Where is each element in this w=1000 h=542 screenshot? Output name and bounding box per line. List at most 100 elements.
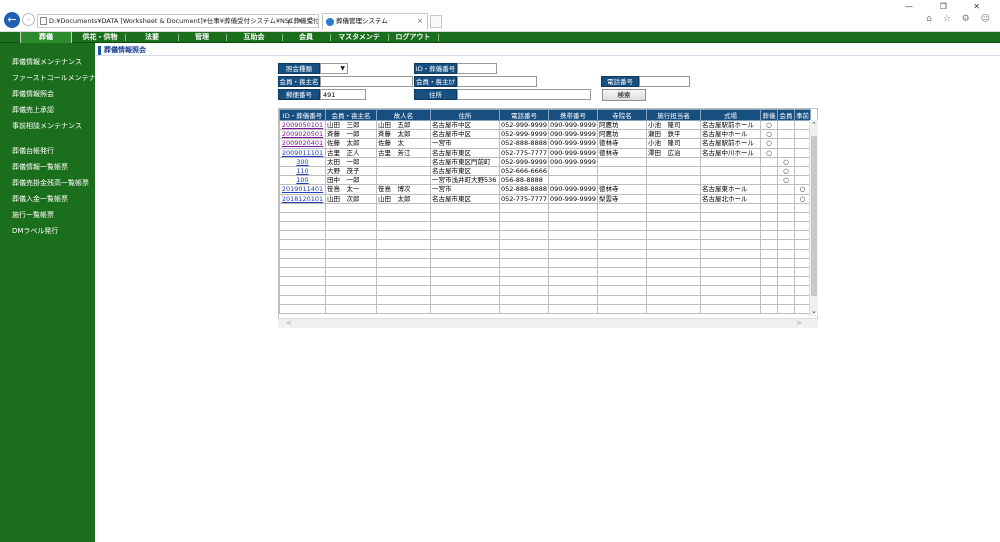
sidebar-item-ledger[interactable]: 葬儀台帳発行: [12, 146, 54, 156]
table-cell: [376, 156, 431, 167]
col-header-address[interactable]: 住所: [430, 109, 500, 121]
col-header-staff[interactable]: 施行担当者: [646, 109, 701, 121]
table-cell: 小池 隆司: [646, 119, 701, 131]
vertical-scroll-thumb[interactable]: [811, 136, 817, 296]
id-cell[interactable]: 300: [279, 156, 326, 167]
record-link[interactable]: 100: [296, 177, 308, 184]
scroll-left-icon[interactable]: <: [286, 319, 292, 328]
browser-tab[interactable]: 葬儀管理システム ×: [322, 13, 428, 29]
table-cell: [499, 285, 549, 296]
id-cell[interactable]: 2019011401: [279, 184, 326, 195]
vertical-scrollbar[interactable]: ⌃ ⌄: [809, 120, 818, 316]
col-header-member[interactable]: 会員・喪主名: [325, 109, 377, 121]
menu-item-master[interactable]: マスタメンテ: [332, 32, 386, 43]
menu-item-admin[interactable]: 管理: [180, 32, 224, 43]
id-cell[interactable]: 2009011101: [279, 147, 326, 158]
member-kana-input[interactable]: [457, 76, 537, 87]
menu-item-mutual-aid[interactable]: 互助会: [228, 32, 280, 43]
menu-item-logout[interactable]: ログアウト: [390, 32, 436, 43]
record-link[interactable]: 2009050101: [282, 122, 323, 129]
sidebar-item-funeral-maintenance[interactable]: 葬儀情報メンテナンス: [12, 57, 82, 67]
inquiry-kind-select[interactable]: ▼: [320, 63, 348, 74]
col-header-phone[interactable]: 電話番号: [499, 109, 549, 121]
table-cell: [325, 294, 377, 305]
window-controls-icon[interactable]: — ❐ ✕: [905, 2, 992, 11]
menu-separator: [178, 34, 179, 41]
id-cell[interactable]: 110: [279, 165, 326, 177]
record-link[interactable]: 300: [296, 158, 308, 165]
forward-button-icon[interactable]: ›: [22, 13, 35, 26]
table-row[interactable]: 2009011101 古里 正人 古里 芳江 名古屋市東区 052-775-7777 09…: [279, 147, 811, 158]
menu-item-member[interactable]: 会員: [284, 32, 328, 43]
menu-item-offerings[interactable]: 供花・供物: [76, 32, 124, 43]
table-row[interactable]: 2019011401 笹島 太一 笹島 博次 一宮市 052-888-8888 090-9…: [279, 184, 811, 195]
tab-close-icon[interactable]: ×: [417, 14, 423, 29]
table-row[interactable]: 2018120101 山田 次郎 山田 太郎 名古屋市東区 052-775-7777 09…: [279, 193, 811, 204]
member-name-input[interactable]: [320, 76, 413, 87]
col-header-funeral[interactable]: 葬儀: [760, 109, 778, 121]
table-cell: [325, 211, 377, 223]
page-icon: [40, 17, 47, 25]
sidebar-item-sales-approval[interactable]: 葬儀売上承認: [12, 105, 54, 115]
table-row[interactable]: 2009050101 山田 三郎 山田 五郎 名古屋市中区 052-999-9999 09…: [279, 119, 811, 131]
col-header-deceased[interactable]: 故人名: [376, 109, 431, 121]
back-button-icon[interactable]: ←: [4, 12, 20, 28]
table-row[interactable]: 2009020401 佐藤 太郎 佐藤 太一宮市 052-888-8888 090-99…: [279, 138, 811, 149]
search-button[interactable]: 検索: [602, 89, 646, 101]
record-link[interactable]: 2009011101: [282, 149, 323, 156]
id-cell[interactable]: 2009020501: [279, 129, 326, 140]
browser-toolbar-icons[interactable]: ⌂ ☆ ⚙ ☺: [926, 14, 994, 24]
scroll-right-icon[interactable]: >: [796, 319, 802, 328]
table-cell: [700, 202, 761, 213]
record-link[interactable]: 2019011401: [282, 186, 323, 193]
new-tab-button[interactable]: [430, 15, 442, 28]
table-cell: 名古屋市東区: [430, 165, 500, 177]
col-header-member-flag[interactable]: 会員: [777, 109, 795, 121]
sidebar-item-funeral-list[interactable]: 葬儀情報一覧帳票: [12, 162, 68, 172]
sidebar-item-consultation[interactable]: 事前相談メンテナンス: [12, 121, 82, 131]
table-cell: [777, 294, 795, 305]
sidebar-item-ceremony-list[interactable]: 施行一覧帳票: [12, 210, 54, 220]
menu-item-memorial[interactable]: 法要: [128, 32, 176, 43]
table-row[interactable]: 100 田中 一郎 一宮市浅井町大野536 056-88-8888 ○: [279, 175, 811, 186]
table-cell: 山田 三郎: [325, 119, 377, 131]
table-cell: [760, 276, 778, 287]
table-row[interactable]: 110 大野 茂子 名古屋市東区 052-666-6666 ○: [279, 165, 811, 177]
scroll-down-icon[interactable]: ⌄: [811, 307, 817, 315]
address-input[interactable]: [457, 89, 591, 100]
record-link[interactable]: 2009020401: [282, 140, 323, 147]
table-cell: [279, 285, 326, 296]
sidebar-item-payment-list[interactable]: 葬儀入金一覧帳票: [12, 194, 68, 204]
sidebar-item-receivable-list[interactable]: 葬儀売掛金残高一覧帳票: [12, 178, 89, 188]
id-cell[interactable]: 2009050101: [279, 119, 326, 131]
col-header-mobile[interactable]: 携帯番号: [548, 109, 598, 121]
record-link[interactable]: 2009020501: [282, 131, 323, 138]
table-row[interactable]: 300 太田 一郎 名古屋市東区門前町 052-999-9999 090-999-999…: [279, 156, 811, 167]
id-number-input[interactable]: [457, 63, 497, 74]
table-row[interactable]: 2009020501 斉藤 一郎 斉藤 太郎 名古屋市中区 052-999-9999 09…: [279, 129, 811, 140]
col-header-hall[interactable]: 式場: [700, 109, 761, 121]
id-cell[interactable]: 100: [279, 175, 326, 186]
col-header-advance[interactable]: 事前: [794, 109, 811, 121]
table-cell: [430, 266, 500, 278]
record-link[interactable]: 110: [296, 167, 308, 174]
scroll-up-icon[interactable]: ⌃: [811, 121, 817, 129]
menu-item-funeral[interactable]: 葬儀: [20, 32, 72, 43]
address-bar[interactable]: D:¥Documents¥DATA [Worksheet & Document]…: [37, 14, 319, 28]
col-header-temple[interactable]: 寺院名: [597, 109, 647, 121]
horizontal-scrollbar[interactable]: < >: [278, 318, 818, 328]
menu-separator: [388, 34, 389, 41]
table-cell: 徳林寺: [597, 138, 647, 149]
sidebar-item-first-call[interactable]: ファーストコールメンテナンス: [12, 73, 110, 83]
sidebar-item-funeral-inquiry[interactable]: 葬儀情報照会: [12, 89, 54, 99]
table-cell: 名古屋駅前ホール: [700, 138, 761, 149]
id-cell[interactable]: 2018120101: [279, 193, 326, 204]
address-tools-icon[interactable]: ρ ▾ C: [288, 15, 315, 27]
phone-input[interactable]: [639, 76, 690, 87]
col-header-id[interactable]: ID・葬儀番号: [279, 109, 326, 121]
record-link[interactable]: 2018120101: [282, 195, 323, 202]
postal-code-input[interactable]: [320, 89, 366, 100]
id-cell[interactable]: 2009020401: [279, 138, 326, 149]
table-cell: [760, 230, 778, 241]
sidebar-item-dm-label[interactable]: DMラベル発行: [12, 226, 58, 236]
